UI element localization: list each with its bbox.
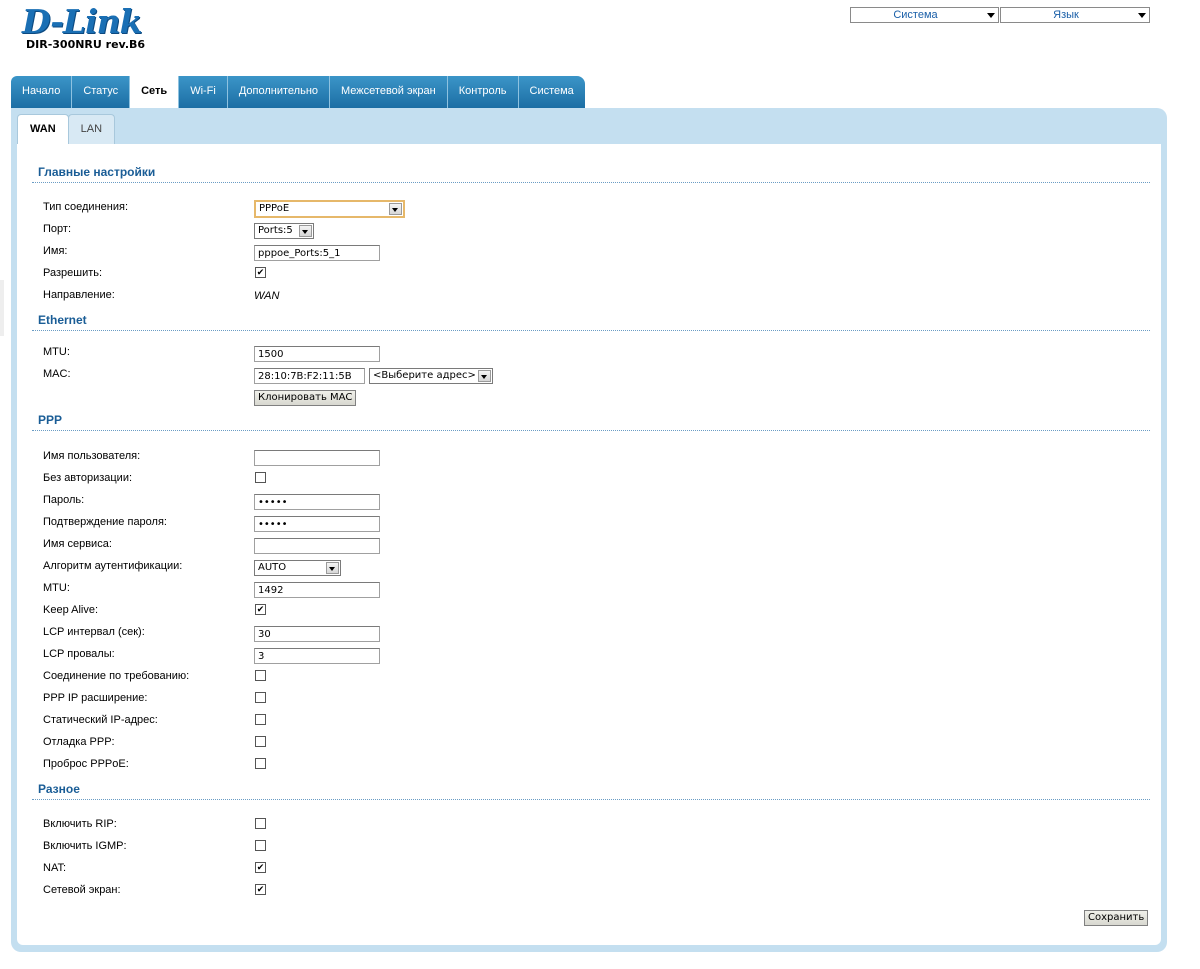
name-input[interactable]: pppoe_Ports:5_1 [254,245,380,261]
rip-checkbox[interactable] [255,818,266,829]
no-auth-label: Без авторизации: [43,472,133,484]
chevron-down-icon [389,203,402,215]
direction-label: Направление: [43,289,115,301]
eth-mtu-input[interactable]: 1500 [254,346,380,362]
ppp-debug-label: Отладка PPP: [43,736,115,748]
tab-network[interactable]: Сеть [130,76,180,108]
settings-panel: Главные настройки Тип соединения: PPPoE … [17,144,1161,945]
tab-advanced[interactable]: Дополнительно [227,76,331,108]
firewall-label: Сетевой экран: [43,884,121,896]
section-title-main: Главные настройки [38,165,156,179]
static-ip-label: Статический IP-адрес: [43,714,158,726]
save-button[interactable]: Сохранить [1084,910,1149,926]
nat-checkbox[interactable] [255,862,266,873]
system-menu-value: Система [893,9,938,21]
keepalive-label: Keep Alive: [43,604,99,616]
ip-extension-checkbox[interactable] [255,692,266,703]
ppp-mtu-input[interactable]: 1492 [254,582,380,598]
clone-mac-button[interactable]: Клонировать MAC [254,390,357,406]
auth-algorithm-value: AUTO [258,562,287,573]
confirm-password-input[interactable]: ••••• [254,516,380,532]
subtab-lan[interactable]: LAN [67,114,116,144]
pppoe-passthrough-label: Проброс PPPoE: [43,758,129,770]
enable-label: Разрешить: [43,267,103,279]
tab-start[interactable]: Начало [11,76,73,108]
lcp-interval-label: LCP интервал (сек): [43,626,145,638]
section-divider [32,799,1150,800]
dlink-logo: D-Link [22,2,143,41]
sub-nav: WAN LAN [17,114,116,144]
system-menu-select[interactable]: Система [850,7,999,23]
language-value: Язык [1053,9,1079,21]
static-ip-checkbox[interactable] [255,714,266,725]
section-title-misc: Разное [38,782,80,796]
direction-value: WAN [254,290,280,302]
keepalive-checkbox[interactable] [255,604,266,615]
tab-status[interactable]: Статус [72,76,131,108]
no-auth-checkbox[interactable] [255,472,266,483]
auth-algorithm-label: Алгоритм аутентификации: [43,560,183,572]
section-divider [32,430,1150,431]
password-input[interactable]: ••••• [254,494,380,510]
connection-type-select[interactable]: PPPoE [254,200,405,218]
pppoe-passthrough-checkbox[interactable] [255,758,266,769]
ppp-mtu-label: MTU: [43,582,70,594]
subtab-wan[interactable]: WAN [17,114,69,144]
service-name-label: Имя сервиса: [43,538,112,550]
section-title-ethernet: Ethernet [38,313,87,327]
port-select[interactable]: Ports:5 [254,223,314,239]
confirm-password-label: Подтверждение пароля: [43,516,167,528]
section-divider [32,182,1150,183]
mac-address-select[interactable]: <Выберите адрес> [369,368,493,384]
rip-label: Включить RIP: [43,818,117,830]
left-edge-marker [0,280,4,336]
language-select[interactable]: Язык [1000,7,1150,23]
username-input[interactable] [254,450,380,466]
on-demand-label: Соединение по требованию: [43,670,190,682]
chevron-down-icon [1138,13,1146,18]
lcp-fails-input[interactable]: 3 [254,648,380,664]
enable-checkbox[interactable] [255,267,266,278]
lcp-interval-input[interactable]: 30 [254,626,380,642]
on-demand-checkbox[interactable] [255,670,266,681]
connection-type-value: PPPoE [259,203,290,214]
chevron-down-icon [299,225,312,237]
igmp-label: Включить IGMP: [43,840,127,852]
connection-type-label: Тип соединения: [43,201,128,213]
chevron-down-icon [478,370,491,382]
section-title-ppp: PPP [38,413,63,427]
eth-mtu-label: MTU: [43,346,70,358]
tab-control[interactable]: Контроль [447,76,519,108]
lcp-fails-label: LCP провалы: [43,648,115,660]
name-label: Имя: [43,245,68,257]
mac-label: MAC: [43,368,71,380]
igmp-checkbox[interactable] [255,840,266,851]
chevron-down-icon [987,13,995,18]
section-divider [32,330,1150,331]
main-nav: Начало Статус Сеть Wi-Fi Дополнительно М… [11,76,585,108]
port-label: Порт: [43,223,71,235]
username-label: Имя пользователя: [43,450,141,462]
mac-address-select-value: <Выберите адрес> [373,370,476,381]
auth-algorithm-select[interactable]: AUTO [254,560,341,576]
tab-system[interactable]: Система [518,76,585,108]
service-name-input[interactable] [254,538,380,554]
device-model: DIR-300NRU rev.B6 [26,38,146,51]
ip-extension-label: PPP IP расширение: [43,692,148,704]
port-value: Ports:5 [258,225,293,236]
chevron-down-icon [326,562,339,574]
content-frame: WAN LAN Главные настройки Тип соединения… [11,108,1167,952]
tab-wifi[interactable]: Wi-Fi [179,76,228,108]
password-label: Пароль: [43,494,85,506]
tab-firewall[interactable]: Межсетевой экран [330,76,448,108]
ppp-debug-checkbox[interactable] [255,736,266,747]
firewall-checkbox[interactable] [255,884,266,895]
mac-input[interactable]: 28:10:7B:F2:11:5B [254,368,365,384]
nat-label: NAT: [43,862,67,874]
